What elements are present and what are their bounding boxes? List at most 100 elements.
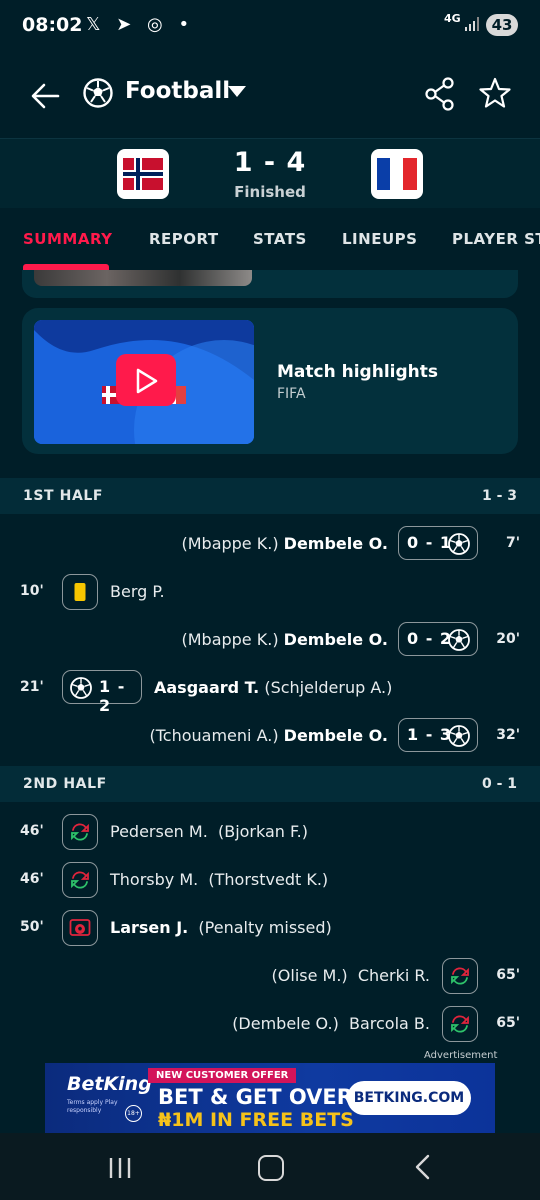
event-text: Larsen J. (Penalty missed) (110, 918, 332, 937)
match-event[interactable]: (Mbappe K.) Dembele O. 0 - 2 20' (0, 618, 540, 662)
network-type: 4G (444, 12, 461, 25)
tab-report[interactable]: REPORT (149, 230, 219, 248)
half-score: 1 - 3 (481, 488, 517, 504)
match-event[interactable]: (Tchouameni A.) Dembele O. 1 - 3 32' (0, 714, 540, 758)
match-event[interactable]: 21' 1 - 2 Aasgaard T. (Schjelderup A.) (0, 666, 540, 715)
second-half-header: 2ND HALF 0 - 1 (0, 766, 540, 802)
age-restriction-badge: 18+ (125, 1105, 142, 1122)
video-thumbnail (34, 270, 252, 286)
tab-stats[interactable]: STATS (253, 230, 307, 248)
france-flag-icon (377, 158, 417, 190)
ad-fineprint: Terms apply Play responsibly (67, 1099, 118, 1114)
home-team-flag[interactable] (117, 149, 169, 199)
event-text: (Olise M.) Cherki R. (271, 966, 430, 985)
first-half-header: 1ST HALF 1 - 3 (0, 478, 540, 514)
previous-video-card[interactable] (22, 270, 518, 298)
highlights-source: FIFA (277, 386, 306, 402)
substitution-icon (451, 1015, 469, 1033)
ad-cta-button[interactable]: BETKING.COM (347, 1081, 471, 1115)
football-icon (448, 725, 470, 747)
goal-score-badge: 0 - 2 (398, 622, 478, 656)
event-minute: 65' (496, 1015, 520, 1031)
event-icon-box (62, 862, 98, 898)
tab-summary[interactable]: SUMMARY (23, 230, 113, 248)
goal-score-badge: 0 - 1 (398, 526, 478, 560)
highlights-thumbnail[interactable] (34, 320, 254, 444)
chevron-down-icon[interactable] (228, 86, 246, 97)
notification-icons: 𝕏 ➤ ◎ • (86, 14, 195, 35)
recent-apps-icon[interactable] (108, 1156, 132, 1180)
goal-score-badge: 1 - 2 (62, 670, 142, 715)
ad-offer-tag: NEW CUSTOMER OFFER (148, 1068, 297, 1083)
half-score: 0 - 1 (481, 776, 517, 792)
highlights-graphic (34, 320, 254, 444)
event-text: (Tchouameni A.) Dembele O. (149, 726, 389, 745)
battery-indicator: 43 (486, 14, 518, 36)
match-event[interactable]: (Olise M.) Cherki R. 65' (0, 954, 540, 998)
event-text: Aasgaard T. (Schjelderup A.) (154, 678, 393, 697)
penalty-missed-icon (69, 919, 91, 936)
match-event[interactable]: 46' Thorsby M. (Thorstvedt K.) (0, 858, 540, 902)
event-text: (Mbappe K.) Dembele O. (181, 630, 388, 649)
play-button-bg (116, 354, 176, 406)
event-text: Thorsby M. (Thorstvedt K.) (110, 870, 329, 889)
sport-selector[interactable]: Football (125, 78, 230, 104)
system-navigation-bar (0, 1133, 540, 1200)
substitution-icon (71, 823, 89, 841)
highlights-title[interactable]: Match highlights (277, 362, 438, 382)
football-icon (448, 629, 470, 651)
event-icon-box (62, 814, 98, 850)
advertisement-banner[interactable]: BetKing Terms apply Play responsibly 18+… (45, 1063, 495, 1133)
event-icon-box (442, 958, 478, 994)
event-text: Pedersen M. (Bjorkan F.) (110, 822, 308, 841)
football-icon[interactable] (82, 77, 114, 109)
norway-flag-icon (123, 158, 163, 190)
home-icon[interactable] (258, 1155, 284, 1181)
tab-lineups[interactable]: LINEUPS (342, 230, 417, 248)
event-minute: 32' (496, 727, 520, 743)
event-minute: 65' (496, 967, 520, 983)
status-bar: 08:02 𝕏 ➤ ◎ • 4G 43 (0, 0, 540, 52)
match-event[interactable]: 50' Larsen J. (Penalty missed) (0, 906, 540, 950)
away-team-flag[interactable] (371, 149, 423, 199)
event-text: Berg P. (110, 582, 165, 601)
status-time: 08:02 (22, 14, 83, 36)
event-icon-box (62, 574, 98, 610)
match-event[interactable]: 10' Berg P. (0, 570, 540, 614)
event-minute: 7' (505, 535, 520, 551)
match-status: Finished (234, 183, 306, 201)
app-bar: Football (0, 52, 540, 138)
yellow-card-icon (74, 583, 86, 601)
event-minute: 20' (496, 631, 520, 647)
event-minute: 46' (20, 871, 44, 887)
match-event[interactable]: 46' Pedersen M. (Bjorkan F.) (0, 810, 540, 854)
event-icon-box (62, 910, 98, 946)
ad-headline: BET & GET OVER (158, 1085, 353, 1109)
favorite-star-icon[interactable] (478, 76, 512, 110)
match-score: 1 - 4 (233, 147, 307, 178)
signal-icon (465, 17, 479, 31)
advertisement-label: Advertisement (424, 1050, 498, 1061)
match-score-header: 1 - 4 Finished (0, 138, 540, 209)
ad-brand-logo: BetKing (67, 1073, 152, 1095)
match-event[interactable]: (Dembele O.) Barcola B. 65' (0, 1002, 540, 1046)
event-minute: 46' (20, 823, 44, 839)
event-minute: 50' (20, 919, 44, 935)
back-arrow-icon[interactable] (26, 76, 66, 116)
share-icon[interactable] (424, 76, 456, 112)
football-icon (70, 677, 92, 699)
nav-back-icon[interactable] (414, 1154, 432, 1180)
tab-bar: SUMMARY REPORT STATS LINEUPS PLAYER STAT… (0, 208, 540, 271)
match-event[interactable]: (Mbappe K.) Dembele O. 0 - 1 7' (0, 522, 540, 566)
half-label: 2ND HALF (23, 776, 107, 792)
ad-headline-amount: ₦1M IN FREE BETS (158, 1109, 354, 1131)
football-icon (448, 533, 470, 555)
event-text: (Dembele O.) Barcola B. (232, 1014, 430, 1033)
half-label: 1ST HALF (23, 488, 104, 504)
tab-player-stats[interactable]: PLAYER STATS (452, 230, 540, 248)
match-highlights-card[interactable]: Match highlights FIFA (22, 308, 518, 454)
summary-content[interactable]: Match highlights FIFA 1ST HALF 1 - 3 (Mb… (0, 270, 540, 1110)
goal-score-badge: 1 - 3 (398, 718, 478, 752)
event-text: (Mbappe K.) Dembele O. (181, 534, 388, 553)
substitution-icon (71, 871, 89, 889)
